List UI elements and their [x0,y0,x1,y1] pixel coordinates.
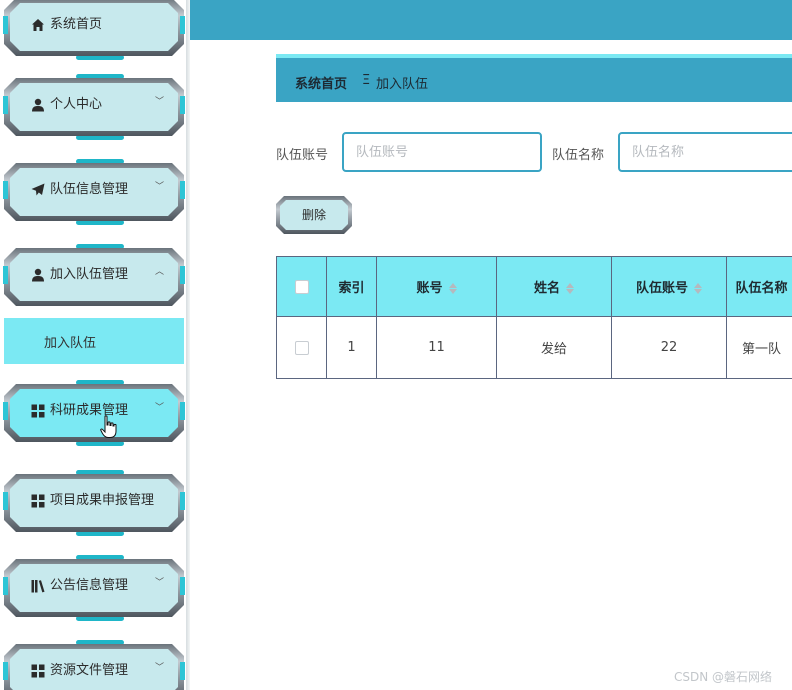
sidebar-item-team-info[interactable]: 队伍信息管理 ﹀ [3,159,185,225]
breadcrumb-current: 加入队伍 [376,77,429,92]
delete-button[interactable]: 删除 [276,196,352,234]
column-header-name[interactable]: 姓名 [496,256,612,317]
chevron-down-icon: ﹀ [154,97,164,107]
menu-notch [180,181,185,199]
chevron-down-icon: ﹀ [154,403,164,413]
team-account-input[interactable] [342,132,542,172]
column-header-team-account[interactable]: 队伍账号 [611,256,727,317]
sidebar-divider [186,0,190,690]
row-checkbox[interactable] [294,340,309,355]
sidebar-item-research-results[interactable]: 科研成果管理 ﹀ [3,380,185,446]
sidebar-item-resource-files[interactable]: 资源文件管理 ﹀ [3,640,185,690]
chevron-down-icon: ﹀ [154,663,164,673]
menu-notch [180,492,185,510]
menu-notch [3,402,8,420]
cell-team-account: 22 [611,316,727,379]
menu-notch [3,492,8,510]
chevron-down-icon: ﹀ [154,182,164,192]
user-icon [32,268,44,282]
menu-notch [180,662,185,680]
library-icon [31,580,45,593]
menu-notch [180,577,185,595]
sidebar: 系统首页 个人中心 ﹀ 队伍信息管理 ﹀ 加入队伍管理 ︿ 加入队伍 科研成果管… [0,0,186,690]
grid-icon [31,404,45,418]
select-all-cell [276,256,327,317]
breadcrumb-separator: Ξ [362,73,371,88]
team-name-label: 队伍名称 [552,148,605,163]
sidebar-item-personal-center[interactable]: 个人中心 ﹀ [3,74,185,140]
column-header-label: 队伍账号 [635,281,688,296]
sidebar-item-label: 队伍信息管理 [50,182,129,197]
sidebar-item-label: 加入队伍管理 [50,267,129,282]
column-header-account[interactable]: 账号 [376,256,497,317]
menu-notch [180,266,185,284]
sidebar-item-join-team-manage[interactable]: 加入队伍管理 ︿ [3,244,185,310]
delete-button-label: 删除 [301,208,326,222]
sort-icon[interactable] [448,282,457,295]
column-header-index: 索引 [326,256,377,317]
team-account-label: 队伍账号 [276,148,329,163]
menu-notch [3,16,8,34]
column-header-label: 账号 [416,281,443,296]
sidebar-item-label: 公告信息管理 [50,578,129,593]
watermark: CSDN @磐石网络 [674,670,773,684]
column-header-team-name[interactable]: 队伍名称 [726,256,792,317]
select-all-checkbox[interactable] [294,279,309,294]
home-icon [32,19,44,31]
menu-notch [3,266,8,284]
sidebar-item-label: 系统首页 [50,17,103,32]
top-header-bar [190,0,792,40]
team-name-input[interactable] [618,132,792,172]
sidebar-item-label: 资源文件管理 [50,663,129,678]
sidebar-item-label: 个人中心 [50,97,103,112]
menu-notch [3,181,8,199]
user-icon [32,98,44,112]
cell-name: 发给 [496,316,612,379]
data-table: 索引 账号 姓名 队伍账号 队伍名称 1 11 发给 22 第一队 [276,256,792,379]
row-select-cell [276,316,327,379]
menu-notch [180,96,185,114]
submenu-item-label: 加入队伍 [44,336,97,351]
column-header-label: 姓名 [533,281,560,296]
cell-account: 11 [376,316,497,379]
sort-icon[interactable] [566,282,574,295]
menu-notch [3,662,8,680]
menu-notch [180,402,185,420]
menu-notch [3,577,8,595]
hand-cursor-icon [100,415,117,438]
grid-icon [31,494,45,508]
breadcrumb-home-link[interactable]: 系统首页 [295,73,347,92]
cell-team-name: 第一队 [726,316,792,379]
menu-notch [180,16,185,34]
column-header-label: 索引 [338,281,365,296]
breadcrumb: 系统首页 Ξ 加入队伍 [276,54,792,102]
sidebar-item-label: 项目成果申报管理 [50,493,155,508]
cell-index: 1 [326,316,377,379]
grid-icon [31,664,45,678]
send-icon [31,183,45,196]
column-header-label: 队伍名称 [735,281,788,296]
sort-icon[interactable] [694,282,702,295]
chevron-down-icon: ﹀ [154,578,164,588]
submenu-item-join-team[interactable]: 加入队伍 [4,318,184,364]
sidebar-item-project-results[interactable]: 项目成果申报管理 [3,470,185,536]
sidebar-item-home[interactable]: 系统首页 [3,0,185,60]
chevron-up-icon: ︿ [154,267,164,277]
table-row[interactable]: 1 11 发给 22 第一队 [276,316,792,379]
sidebar-item-announcements[interactable]: 公告信息管理 ﹀ [3,555,185,621]
menu-notch [3,96,8,114]
table-header-row: 索引 账号 姓名 队伍账号 队伍名称 [276,256,792,317]
